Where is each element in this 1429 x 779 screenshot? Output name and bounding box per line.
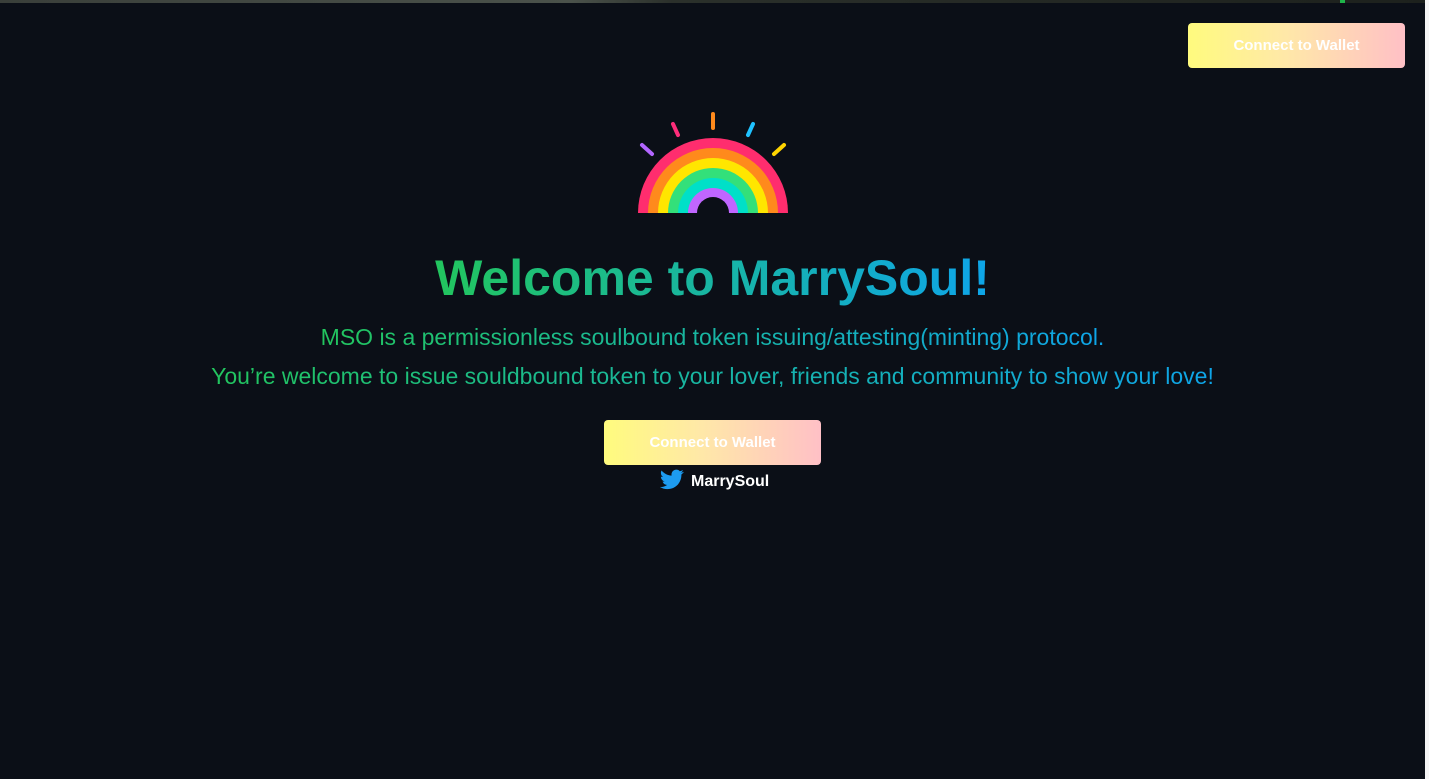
subtitle-line-2: You’re welcome to issue souldbound token… [0,361,1425,391]
subtitle-line-1: MSO is a permissionless soulbound token … [0,322,1425,352]
subtitle-line-2-text: You’re welcome to issue souldbound token… [211,363,1214,389]
twitter-icon [659,469,684,495]
page-title: Welcome to MarrySoul! [0,248,1425,308]
subtitle-line-1-text: MSO is a permissionless soulbound token … [320,324,1105,350]
page-title-text: Welcome to MarrySoul! [435,250,990,306]
landing-page: Connect to Wallet Welcome to MarrySoul! … [0,0,1425,779]
window-edge [1425,0,1429,779]
twitter-link-label: MarrySoul [691,473,770,490]
main-connect-wallet-button[interactable]: Connect to Wallet [604,420,821,465]
twitter-link[interactable]: MarrySoul [659,469,770,495]
rainbow-icon [634,108,792,216]
header-connect-wallet-button[interactable]: Connect to Wallet [1188,23,1405,68]
